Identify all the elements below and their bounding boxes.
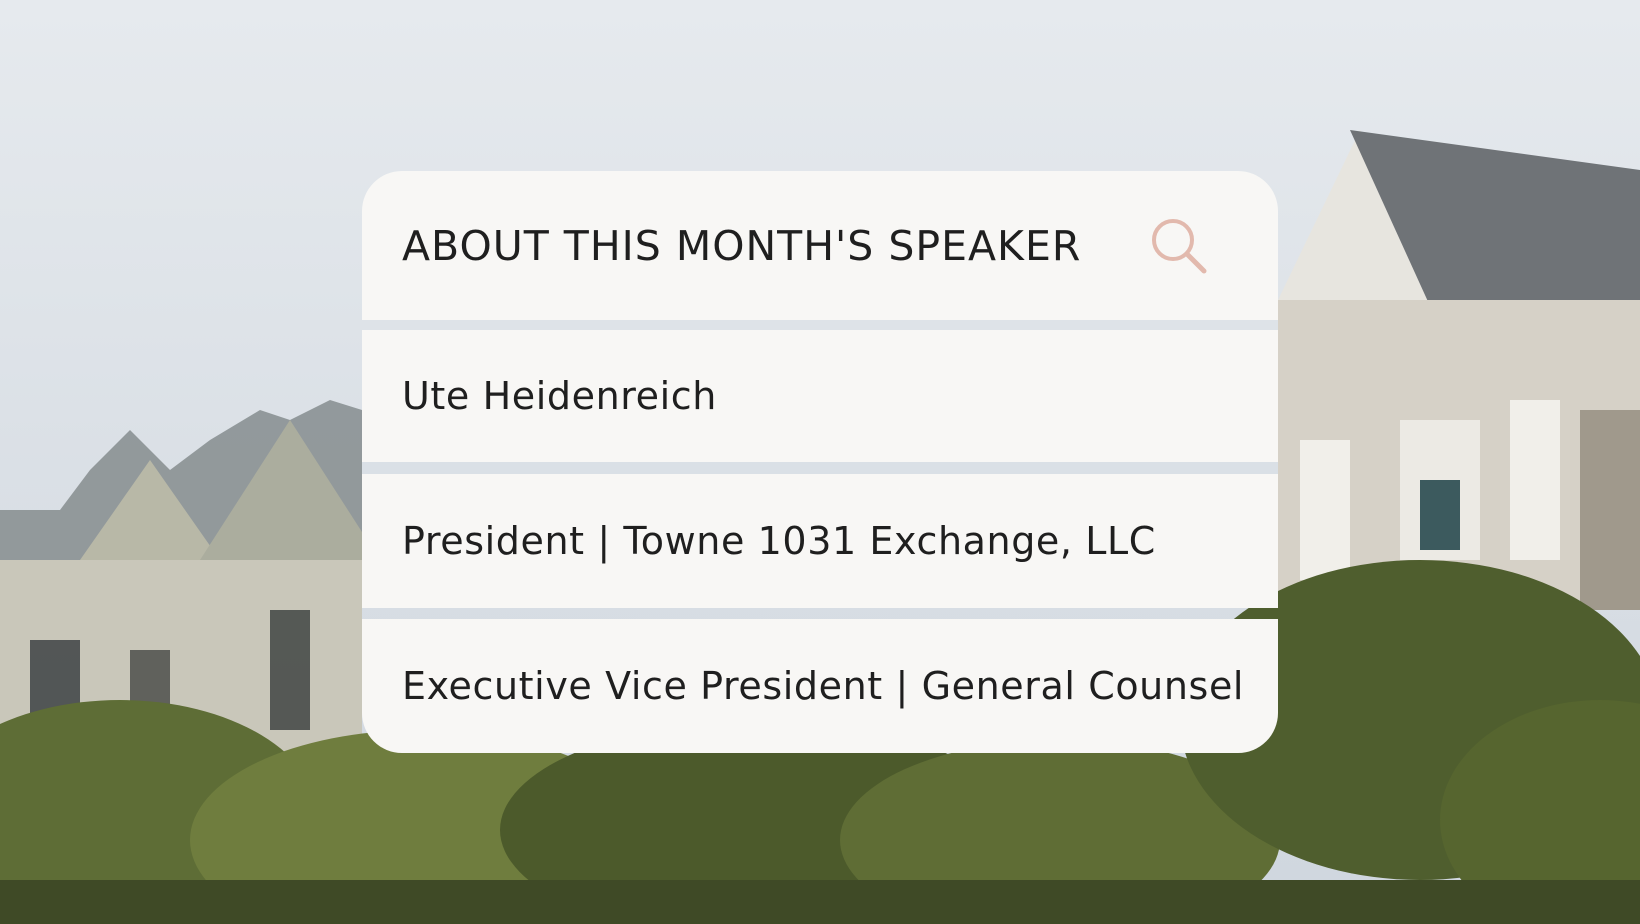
search-icon [1152, 219, 1207, 274]
heading-text: ABOUT THIS MONTH'S SPEAKER [402, 221, 1082, 270]
speaker-name-row: Ute Heidenreich [362, 330, 1278, 462]
speaker-title-2: Executive Vice President | General Couns… [402, 664, 1245, 708]
speaker-role-row-2: Executive Vice President | General Couns… [362, 619, 1278, 753]
background-photo [0, 0, 1640, 924]
right-house [1278, 130, 1640, 610]
speaker-role-row: President | Towne 1031 Exchange, LLC [362, 474, 1278, 608]
heading-card: ABOUT THIS MONTH'S SPEAKER [362, 171, 1278, 320]
speaker-name: Ute Heidenreich [402, 374, 717, 418]
speaker-title-1: President | Towne 1031 Exchange, LLC [402, 519, 1156, 563]
